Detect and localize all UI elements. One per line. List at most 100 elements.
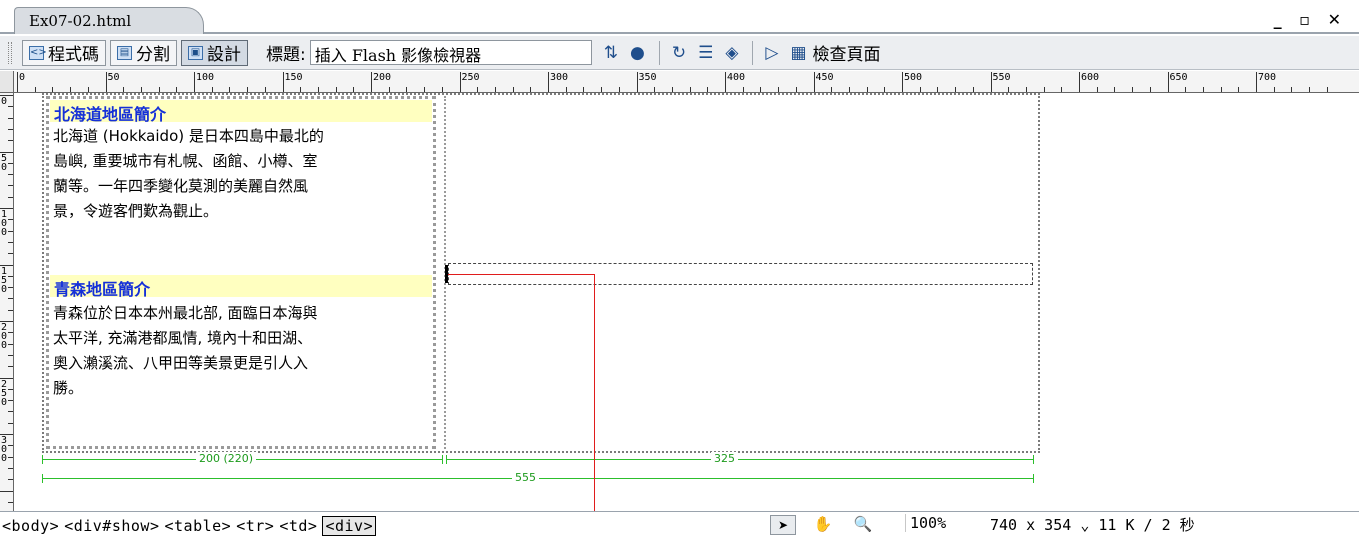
- ruler-tick: [353, 87, 355, 92]
- check-page-icon[interactable]: ▦: [790, 43, 806, 63]
- ruler-tick: [140, 87, 142, 92]
- refresh-icon[interactable]: ↻: [672, 43, 686, 63]
- check-page-label[interactable]: 檢查頁面: [813, 40, 881, 65]
- ruler-tick: [1114, 87, 1116, 92]
- ruler-tick: [8, 298, 13, 300]
- ruler-tick: [211, 87, 213, 92]
- preview-browser-icon[interactable]: ●: [630, 43, 645, 63]
- ruler-tick: [105, 72, 107, 92]
- ruler-tick: [8, 309, 13, 311]
- file-management-icon[interactable]: ⇅: [604, 43, 618, 63]
- tag-selector-table[interactable]: <table>: [165, 517, 232, 535]
- width-label-table[interactable]: 555: [512, 471, 539, 484]
- ruler-tick: [8, 106, 13, 108]
- select-tool-icon[interactable]: ➤: [770, 515, 796, 535]
- ruler-tick: [618, 87, 620, 92]
- visual-aids-icon[interactable]: ◈: [725, 43, 738, 63]
- text-line: 北海道 (Hokkaido) 是日本四島中最北的: [53, 127, 324, 145]
- toolbar-grip[interactable]: [8, 42, 12, 64]
- section-title-aomori[interactable]: 青森地區簡介: [50, 275, 432, 299]
- ruler-origin[interactable]: [0, 71, 14, 93]
- ruler-tick: [388, 87, 390, 92]
- ruler-label: 450: [815, 72, 834, 83]
- window-size-menu[interactable]: 740 x 354: [990, 516, 1071, 534]
- ruler-tick: [760, 87, 762, 92]
- width-label-right-col[interactable]: 325: [711, 452, 738, 465]
- ruler-label: 3 0 0: [1, 435, 8, 464]
- width-label-left-col[interactable]: 200 (220): [196, 452, 257, 465]
- page-title-label: 標題:: [266, 45, 306, 65]
- design-view-button[interactable]: ▣ 設計: [181, 39, 248, 66]
- ruler-label: 0: [1, 96, 8, 107]
- ruler-tick: [158, 87, 160, 92]
- ruler-tick: [919, 87, 921, 92]
- tag-selector-div-show[interactable]: <div#show>: [64, 517, 159, 535]
- ruler-tick: [902, 72, 903, 92]
- ruler-tick: [884, 87, 886, 92]
- ruler-tick: [8, 174, 13, 176]
- document-toolbar: <> 程式碼 ▤ 分割 ▣ 設計 標題: 插入 Flash 影像檢視器 ⇅ ● …: [0, 36, 1359, 70]
- code-view-button[interactable]: <> 程式碼: [22, 39, 106, 66]
- width-guide-cap: [1033, 455, 1034, 464]
- width-guide-right-col: [446, 459, 1033, 460]
- window-size-and-download[interactable]: 740 x 354 ⌄ 11 K / 2 秒: [990, 514, 1195, 535]
- design-view-icon: ▣: [188, 45, 203, 60]
- ruler-tick: [8, 366, 13, 368]
- ruler-label: 600: [1081, 72, 1100, 83]
- zoom-tool-icon[interactable]: 🔍: [850, 515, 876, 535]
- ruler-tick: [459, 72, 461, 92]
- ruler-tick: [441, 87, 443, 92]
- view-options-icon[interactable]: ☰: [698, 43, 713, 63]
- ruler-tick: [795, 87, 797, 92]
- ruler-label: 400: [727, 72, 746, 83]
- ruler-tick: [654, 87, 656, 92]
- tag-selector-tr[interactable]: <tr>: [236, 517, 274, 535]
- ruler-tick: [8, 196, 13, 198]
- ruler-tick: [1132, 87, 1134, 92]
- toolbar-separator: [658, 40, 660, 65]
- window-controls[interactable]: _ ▫ ✕: [1274, 10, 1347, 29]
- text-line: 勝。: [53, 379, 84, 397]
- hand-tool-icon[interactable]: ✋: [810, 515, 836, 535]
- callout-line: [448, 274, 595, 275]
- width-guide-cap: [1033, 474, 1034, 483]
- document-tab[interactable]: Ex07-02.html: [14, 7, 204, 34]
- ruler-tick: [530, 87, 532, 92]
- ruler-tick: [990, 72, 992, 92]
- ruler-label: 200: [373, 72, 392, 83]
- ruler-label: 650: [1169, 72, 1188, 83]
- ruler-tick: [707, 87, 709, 92]
- tag-selector-div[interactable]: <div>: [322, 515, 377, 536]
- ruler-tick: [848, 87, 850, 92]
- toolbar-separator: [752, 40, 754, 65]
- callout-line: [594, 274, 595, 539]
- ruler-tick: [229, 87, 231, 92]
- ruler-tick: [1185, 87, 1187, 92]
- split-view-icon: ▤: [117, 45, 132, 60]
- ruler-tick: [8, 117, 13, 119]
- ruler-tick: [300, 87, 302, 92]
- ruler-tick: [1291, 87, 1293, 92]
- page-title-input[interactable]: 插入 Flash 影像檢視器: [309, 40, 592, 65]
- tag-selector-body[interactable]: <body>: [2, 517, 59, 535]
- section-title-hokkaido[interactable]: 北海道地區簡介: [50, 100, 432, 124]
- design-canvas[interactable]: 北海道地區簡介 北海道 (Hokkaido) 是日本四島中最北的 島嶼, 重要城…: [14, 93, 1359, 539]
- ruler-tick: [742, 87, 744, 92]
- section-body-aomori[interactable]: 青森位於日本本州最北部, 面臨日本海與 太平洋, 充滿港都風情, 境內十和田湖、…: [50, 301, 432, 401]
- code-view-label: 程式碼: [48, 45, 99, 65]
- ruler-tick: [778, 87, 780, 92]
- ruler-tick: [689, 87, 691, 92]
- zoom-select[interactable]: 100%: [905, 514, 985, 532]
- text-line: 景，令遊客們歎為觀止。: [53, 202, 219, 220]
- split-view-button[interactable]: ▤ 分割: [110, 39, 177, 66]
- ruler-tick: [937, 87, 939, 92]
- ruler-tick: [813, 72, 815, 92]
- horizontal-ruler: 0 50 100 150 200 250 300 350 400 450 500 550 600 650 7…: [14, 71, 1359, 93]
- ruler-label: 2 5 0: [1, 378, 8, 408]
- tag-selector-td[interactable]: <td>: [279, 517, 317, 535]
- section-body-hokkaido[interactable]: 北海道 (Hokkaido) 是日本四島中最北的 島嶼, 重要城市有札幌、函館、…: [50, 124, 432, 224]
- ruler-tick: [34, 87, 36, 92]
- validate-markup-icon[interactable]: ▷: [765, 43, 778, 63]
- ruler-label: 300: [550, 72, 569, 83]
- ruler-tick: [282, 72, 284, 92]
